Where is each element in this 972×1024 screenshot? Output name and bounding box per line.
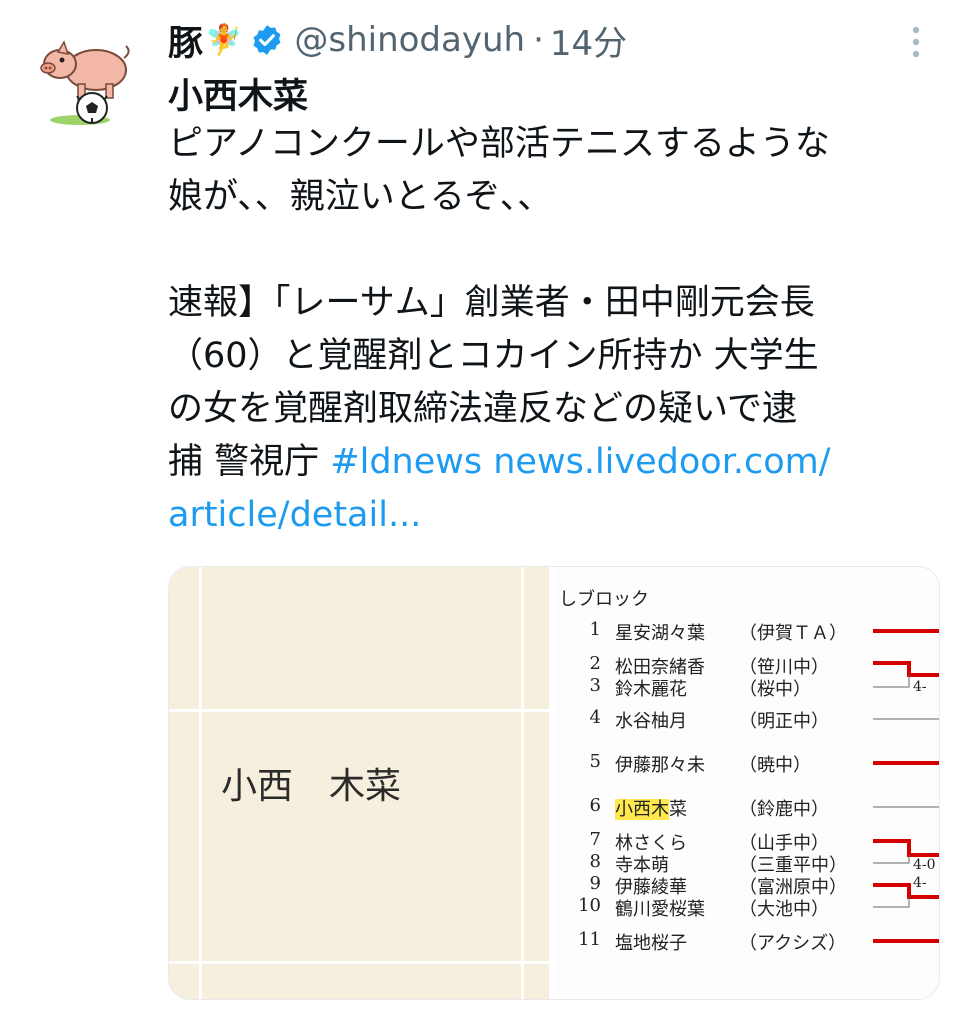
name-card-image[interactable]: 小西 木菜 [169, 567, 549, 999]
bracket-lines [873, 629, 939, 943]
post-header: 豚 🧚 @shinodayuh · 14分 [168, 14, 627, 66]
news-line: の女を覚醒剤取締法違反などの疑いで逮 [168, 389, 797, 429]
verified-badge-icon [253, 25, 281, 55]
name-card-text: 小西 木菜 [221, 766, 402, 807]
bracket-score: 4- [913, 679, 927, 695]
display-name[interactable]: 豚 [168, 15, 203, 66]
user-handle[interactable]: @shinodayuh [294, 20, 525, 60]
post-subject: 小西木菜 [168, 77, 309, 117]
avatar[interactable] [36, 34, 132, 130]
news-line: （60）と覚醒剤とコカイン所持か 大学生 [168, 336, 819, 376]
url-link-continued[interactable]: article/detail... [168, 489, 958, 542]
url-link[interactable]: news.livedoor.com/ [493, 442, 830, 482]
tournament-bracket-image[interactable]: しブロック 1 星安湖々葉 （伊賀ＴＡ） 2 松田奈緒香 （笹川中） 3 鈴木麗花 （桜中）… [555, 567, 939, 999]
pig-avatar-icon [40, 40, 130, 125]
hashtag-link[interactable]: #ldnews [330, 442, 482, 482]
post-text: ピアノコンクールや部活テニスするような 娘が、、親泣いとるぞ、、 速報】「レーサ… [168, 118, 958, 542]
post-time[interactable]: 14分 [550, 16, 627, 65]
news-line-last: 捕 警視庁 #ldnews news.livedoor.com/ [168, 436, 958, 489]
news-line-tail: 捕 警視庁 [168, 442, 331, 482]
news-line: 速報】「レーサム」創業者・田中剛元会長 [168, 283, 815, 323]
post-media[interactable]: 小西 木菜 しブロック 1 星安湖々葉 （伊賀ＴＡ） 2 松田奈緒香 （笹川中） 3 鈴木… [168, 566, 940, 1000]
post-line: 娘が、、親泣いとるぞ、、 [168, 177, 553, 217]
more-options-icon[interactable] [904, 22, 928, 62]
post-line: ピアノコンクールや部活テニスするような [168, 124, 830, 164]
separator-dot: · [533, 20, 544, 60]
bracket-score: 4- [913, 875, 927, 891]
fairy-emoji: 🧚 [205, 22, 243, 58]
